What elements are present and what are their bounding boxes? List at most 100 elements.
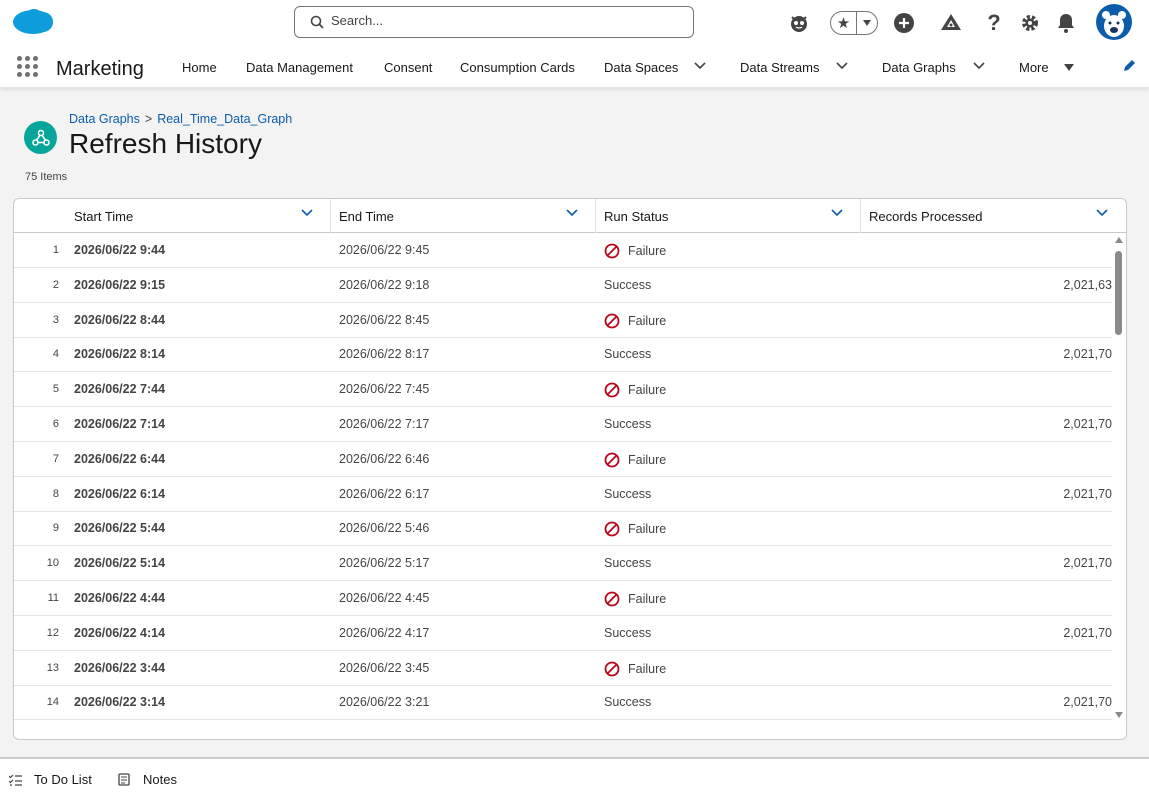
nav-item-consumption-cards[interactable]: Consumption Cards xyxy=(460,60,575,75)
column-divider[interactable] xyxy=(595,199,596,233)
item-count: 75 Items xyxy=(25,171,68,183)
run-status-cell: Success xyxy=(604,695,651,709)
chevron-down-icon[interactable] xyxy=(566,209,578,217)
table-row[interactable]: 6 2026/06/22 7:14 2026/06/22 7:17 Success 2,… xyxy=(14,407,1112,442)
start-time-cell: 2026/06/22 5:44 xyxy=(74,521,166,536)
nav-item-data-spaces[interactable]: Data Spaces xyxy=(604,60,678,75)
records-processed-cell: 2,021,70 xyxy=(1063,417,1112,431)
gear-icon[interactable] xyxy=(1017,10,1043,36)
chevron-down-icon[interactable] xyxy=(836,62,848,70)
nav-item-data-streams[interactable]: Data Streams xyxy=(740,60,819,75)
search-input[interactable] xyxy=(331,13,671,28)
records-processed-cell: 2,021,70 xyxy=(1063,556,1112,571)
run-status-label: Failure xyxy=(628,244,667,258)
run-status-label: Success xyxy=(604,417,652,431)
end-time-cell: 2026/06/22 5:46 xyxy=(339,521,430,536)
end-time-cell: 2026/06/22 7:17 xyxy=(339,417,430,431)
run-status-cell: Success xyxy=(604,556,651,570)
row-number: 14 xyxy=(46,696,59,709)
astro-icon[interactable] xyxy=(786,10,812,36)
star-icon[interactable]: ★ xyxy=(831,12,856,34)
app-launcher-icon[interactable] xyxy=(17,56,38,77)
notes-label: Notes xyxy=(143,772,177,787)
todo-list-button[interactable]: To Do List xyxy=(9,772,92,787)
table-body: 1 2026/06/22 9:44 2026/06/22 9:45 Failure 2 2… xyxy=(14,233,1112,720)
help-icon[interactable]: ? xyxy=(981,10,1007,36)
add-icon[interactable] xyxy=(891,10,917,36)
chevron-down-icon[interactable] xyxy=(973,62,985,70)
notes-button[interactable]: Notes xyxy=(118,772,177,787)
start-time-cell: 2026/06/22 4:14 xyxy=(74,625,166,640)
table-row[interactable]: 4 2026/06/22 8:14 2026/06/22 8:17 Success 2,… xyxy=(14,337,1112,373)
table-row[interactable]: 10 2026/06/22 5:14 2026/06/22 5:17 Success 2… xyxy=(14,546,1112,582)
column-header-records-processed[interactable]: Records Processed xyxy=(869,199,1114,233)
breadcrumb-graph-link[interactable]: Real_Time_Data_Graph xyxy=(157,112,292,126)
table-row[interactable]: 1 2026/06/22 9:44 2026/06/22 9:45 Failure xyxy=(14,233,1112,268)
nav-item-consent[interactable]: Consent xyxy=(384,60,432,75)
run-status-cell: Failure xyxy=(604,661,666,677)
avatar[interactable] xyxy=(1096,4,1132,40)
table-row[interactable]: 2 2026/06/22 9:15 2026/06/22 9:18 Success 2,… xyxy=(14,268,1112,303)
notifications-bell-icon[interactable] xyxy=(1053,10,1079,36)
failure-icon xyxy=(604,521,620,537)
column-header-run-status[interactable]: Run Status xyxy=(604,199,859,233)
start-time-cell: 2026/06/22 7:44 xyxy=(74,382,166,397)
records-processed-cell: 2,021,70 xyxy=(1063,625,1112,640)
scrollbar-thumb[interactable] xyxy=(1115,251,1122,335)
run-status-label: Success xyxy=(604,277,652,292)
table-scrollbar[interactable] xyxy=(1112,233,1126,720)
table-row[interactable]: 12 2026/06/22 4:14 2026/06/22 4:17 Success 2… xyxy=(14,616,1112,651)
nav-item-home[interactable]: Home xyxy=(182,60,217,75)
row-number: 6 xyxy=(52,418,59,430)
scroll-down-arrow-icon[interactable] xyxy=(1115,712,1123,718)
start-time-cell: 2026/06/22 3:44 xyxy=(74,660,166,675)
records-processed-cell: 2,021,70 xyxy=(1063,695,1112,710)
end-time-cell: 2026/06/22 4:45 xyxy=(339,591,430,605)
nav-item-data-graphs[interactable]: Data Graphs xyxy=(882,60,956,75)
table-row[interactable]: 14 2026/06/22 3:14 2026/06/22 3:21 Success 2… xyxy=(14,685,1112,720)
start-time-cell: 2026/06/22 7:14 xyxy=(74,417,166,431)
column-header-start-time[interactable]: Start Time xyxy=(74,199,329,233)
run-status-cell: Failure xyxy=(604,382,666,398)
nav-item-more[interactable]: More xyxy=(1019,60,1049,75)
row-number: 13 xyxy=(46,661,59,674)
column-header-end-time[interactable]: End Time xyxy=(339,199,594,233)
global-search[interactable] xyxy=(294,6,694,38)
scroll-up-arrow-icon[interactable] xyxy=(1115,237,1123,243)
row-number: 4 xyxy=(52,348,59,361)
table-row[interactable]: 13 2026/06/22 3:44 2026/06/22 3:45 Failure xyxy=(14,651,1112,686)
table-row[interactable]: 5 2026/06/22 7:44 2026/06/22 7:45 Failure xyxy=(14,372,1112,408)
favorites-button[interactable]: ★ xyxy=(830,11,878,35)
run-status-label: Failure xyxy=(628,592,667,606)
edit-nav-pencil-icon[interactable] xyxy=(1122,59,1136,73)
run-status-label: Success xyxy=(604,625,652,640)
failure-icon xyxy=(604,313,620,328)
chevron-down-icon[interactable] xyxy=(1096,209,1108,217)
column-divider[interactable] xyxy=(330,199,331,233)
chevron-down-icon[interactable] xyxy=(831,209,843,217)
run-status-label: Success xyxy=(604,486,652,501)
table-row[interactable]: 9 2026/06/22 5:44 2026/06/22 5:46 Failure xyxy=(14,511,1112,547)
breadcrumb-data-graphs-link[interactable]: Data Graphs xyxy=(69,112,140,126)
row-number: 2 xyxy=(52,278,59,291)
failure-icon xyxy=(604,243,620,259)
global-header: ★ ? xyxy=(0,0,1149,46)
column-divider[interactable] xyxy=(860,199,861,233)
caret-down-icon[interactable] xyxy=(1064,64,1074,71)
table-row[interactable]: 8 2026/06/22 6:14 2026/06/22 6:17 Success 2,… xyxy=(14,477,1112,512)
start-time-cell: 2026/06/22 5:14 xyxy=(74,556,166,571)
utility-bar: To Do List Notes xyxy=(0,757,1149,793)
chevron-down-icon xyxy=(862,20,871,26)
run-status-label: Failure xyxy=(628,452,667,467)
salesforce-logo[interactable] xyxy=(12,8,54,41)
chevron-down-icon[interactable] xyxy=(694,62,706,70)
run-status-cell: Failure xyxy=(604,313,666,329)
end-time-cell: 2026/06/22 3:21 xyxy=(339,695,430,710)
table-row[interactable]: 11 2026/06/22 4:44 2026/06/22 4:45 Failure xyxy=(14,581,1112,616)
nav-item-data-management[interactable]: Data Management xyxy=(246,60,353,75)
favorites-list-button[interactable] xyxy=(855,12,877,34)
table-row[interactable]: 7 2026/06/22 6:44 2026/06/22 6:46 Failure xyxy=(14,442,1112,477)
trailhead-icon[interactable] xyxy=(938,10,964,36)
table-row[interactable]: 3 2026/06/22 8:44 2026/06/22 8:45 Failure xyxy=(14,303,1112,338)
chevron-down-icon[interactable] xyxy=(301,209,313,217)
